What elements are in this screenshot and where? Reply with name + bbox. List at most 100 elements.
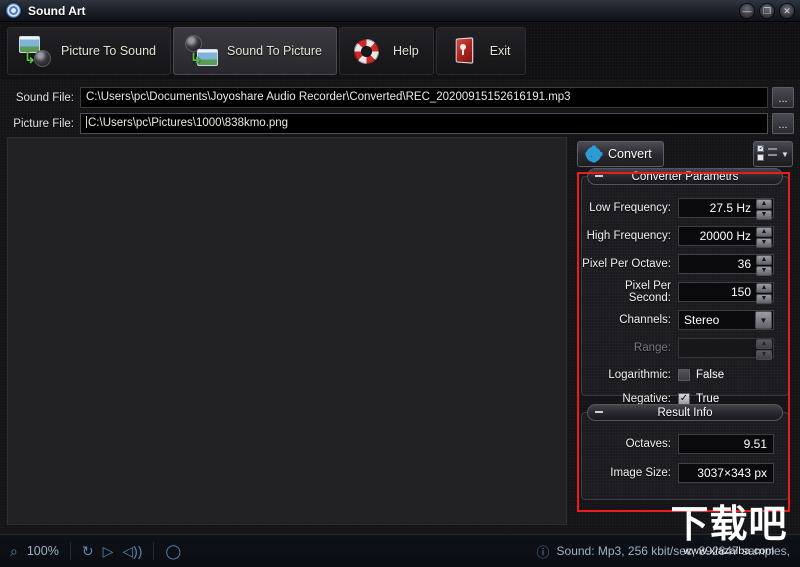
watermark-text: 下载吧 [670, 503, 788, 546]
high-frequency-value: 20000 Hz [699, 229, 751, 243]
low-frequency-row: Low Frequency: 27.5 Hz ▲ ▼ [582, 197, 782, 220]
playback-group: ↻ ▷ ◁)) [82, 544, 143, 558]
pixel-per-octave-row: Pixel Per Octave: 36 ▲ ▼ [582, 253, 782, 276]
pixel-per-octave-label: Pixel Per Octave: [582, 258, 671, 270]
collapse-icon[interactable] [595, 175, 603, 177]
octaves-row: Octaves: 9.51 [582, 433, 782, 455]
lifebuoy-icon [350, 34, 384, 68]
watermark-url: www.xiazaiba.com [683, 545, 775, 557]
convert-button-label: Convert [608, 147, 652, 161]
comment-group: ◯ [165, 544, 181, 558]
picture-file-value: C:\Users\pc\Pictures\1000\838kmo.png [88, 117, 289, 129]
result-info-title-label: Result Info [657, 406, 713, 419]
sound-to-picture-icon: ↳ [184, 34, 218, 68]
tab-picture-to-sound[interactable]: ↳ Picture To Sound [7, 27, 171, 75]
high-frequency-label: High Frequency: [586, 230, 671, 242]
help-button[interactable]: Help [338, 27, 434, 75]
pixel-per-second-arrows[interactable]: ▲ ▼ [756, 283, 772, 304]
convert-button[interactable]: Convert [577, 141, 664, 167]
app-gear-icon [6, 3, 21, 18]
status-separator [69, 542, 71, 560]
chevron-down-icon[interactable]: ▼ [755, 311, 772, 329]
logarithmic-value: False [696, 369, 725, 381]
spin-up-icon[interactable]: ▲ [756, 255, 772, 265]
converter-params-title[interactable]: Converter Parametrs [587, 168, 783, 185]
close-button[interactable]: ✕ [779, 3, 795, 19]
window-title: Sound Art [28, 3, 86, 18]
maximize-button[interactable]: ❐ [759, 3, 775, 19]
range-row: Range: ▲ ▼ [582, 337, 782, 360]
zoom-level[interactable]: 100% [27, 544, 59, 558]
tab-picture-to-sound-label: Picture To Sound [61, 44, 156, 58]
spin-up-icon[interactable]: ▲ [756, 199, 772, 209]
right-panel: Convert ▼ [577, 140, 793, 168]
comment-icon[interactable]: ◯ [165, 544, 181, 558]
text-caret [86, 116, 87, 128]
info-icon: ⓘ [536, 544, 550, 560]
spin-down-icon[interactable]: ▼ [756, 238, 772, 248]
collapse-icon[interactable] [595, 411, 603, 413]
pixel-per-octave-arrows[interactable]: ▲ ▼ [756, 255, 772, 276]
list-view-icon [757, 143, 765, 163]
pixel-per-second-label: Pixel Per Second: [624, 280, 671, 304]
zoom-group: ⌕ 100% [10, 544, 59, 558]
channels-value: Stereo [684, 313, 720, 327]
octaves-label: Octaves: [625, 438, 671, 450]
minimize-button[interactable]: — [739, 3, 755, 19]
picture-file-row: Picture File: C:\Users\pc\Pictures\1000\… [0, 111, 800, 136]
exit-button[interactable]: Exit [435, 27, 526, 75]
result-info-group: Result Info Octaves: 9.51 Image Size: 30… [581, 404, 789, 500]
logarithmic-checkbox[interactable]: ✓ [678, 369, 690, 381]
octaves-value: 9.51 [678, 434, 774, 454]
high-frequency-arrows[interactable]: ▲ ▼ [756, 227, 772, 248]
spin-up-icon[interactable]: ▲ [756, 283, 772, 293]
picture-file-browse-button[interactable]: ... [772, 113, 794, 134]
chevron-down-icon: ▼ [781, 149, 789, 159]
image-size-label: Image Size: [610, 467, 671, 479]
tab-sound-to-picture-label: Sound To Picture [226, 44, 322, 58]
image-preview-canvas[interactable] [7, 137, 567, 525]
low-frequency-value: 27.5 Hz [709, 201, 751, 215]
range-label: Range: [633, 342, 671, 354]
main-toolbar: ↳ Picture To Sound ↳ Sound To Picture He… [0, 22, 800, 80]
gear-icon [586, 146, 601, 162]
spin-down-icon[interactable]: ▼ [756, 266, 772, 276]
picture-file-label: Picture File: [13, 117, 74, 130]
pixel-per-second-spinner[interactable]: 150 ▲ ▼ [678, 282, 774, 304]
spin-down-icon: ▼ [756, 350, 772, 360]
picture-file-input[interactable]: C:\Users\pc\Pictures\1000\838kmo.png [80, 113, 768, 134]
converter-params-group: Converter Parametrs Low Frequency: 27.5 … [581, 168, 789, 405]
status-separator-2 [153, 542, 155, 560]
loop-icon[interactable]: ↻ [82, 544, 94, 558]
spin-down-icon[interactable]: ▼ [756, 210, 772, 220]
view-options-button[interactable]: ▼ [753, 141, 793, 167]
spin-down-icon[interactable]: ▼ [756, 294, 772, 304]
tab-sound-to-picture[interactable]: ↳ Sound To Picture [172, 27, 337, 75]
channels-row: Channels: Stereo ▼ [582, 309, 782, 331]
sound-file-input[interactable]: C:\Users\pc\Documents\Joyoshare Audio Re… [80, 87, 768, 108]
spin-up-icon[interactable]: ▲ [756, 227, 772, 237]
sound-file-row: Sound File: C:\Users\pc\Documents\Joyosh… [0, 85, 800, 110]
high-frequency-row: High Frequency: 20000 Hz ▲ ▼ [582, 225, 782, 248]
sound-file-browse-button[interactable]: ... [772, 87, 794, 108]
magnifier-icon[interactable]: ⌕ [10, 544, 18, 558]
list-lines-icon [768, 148, 778, 160]
logarithmic-label: Logarithmic: [608, 369, 671, 381]
window-controls: — ❐ ✕ [739, 3, 795, 19]
speaker-icon[interactable]: ◁)) [122, 544, 142, 558]
sound-file-label: Sound File: [15, 91, 74, 104]
low-frequency-label: Low Frequency: [589, 202, 671, 214]
low-frequency-spinner[interactable]: 27.5 Hz ▲ ▼ [678, 198, 774, 220]
image-size-row: Image Size: 3037×343 px [582, 462, 782, 484]
result-info-title[interactable]: Result Info [587, 404, 783, 421]
pixel-per-octave-value: 36 [737, 257, 751, 271]
high-frequency-spinner[interactable]: 20000 Hz ▲ ▼ [678, 226, 774, 248]
low-frequency-arrows[interactable]: ▲ ▼ [756, 199, 772, 220]
converter-params-title-label: Converter Parametrs [631, 170, 739, 183]
convert-row: Convert ▼ [577, 140, 793, 168]
range-spinner: ▲ ▼ [678, 338, 774, 360]
channels-select[interactable]: Stereo ▼ [678, 310, 774, 330]
pixel-per-octave-spinner[interactable]: 36 ▲ ▼ [678, 254, 774, 276]
play-icon[interactable]: ▷ [103, 544, 114, 558]
site-watermark: 下载吧 www.xiazaiba.com [660, 503, 798, 565]
